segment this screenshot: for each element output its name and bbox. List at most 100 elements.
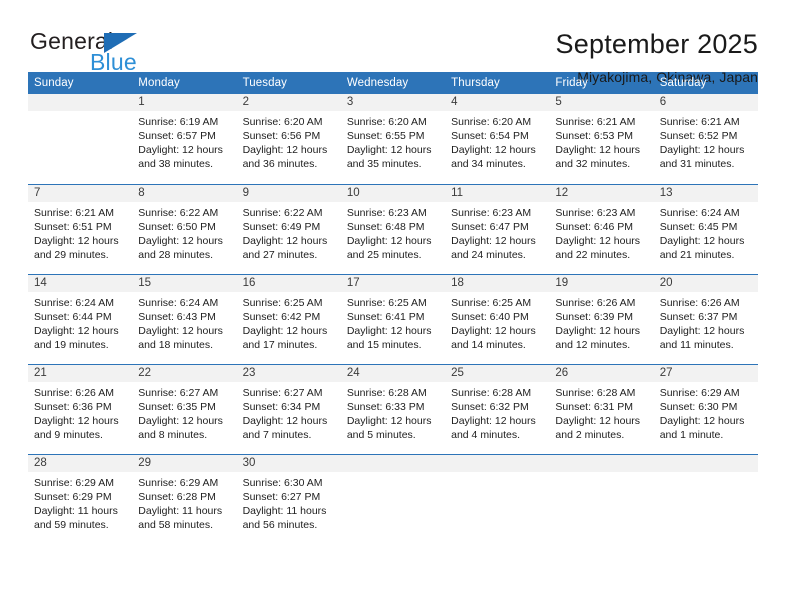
calendar-week-row: 7 Sunrise: 6:21 AM Sunset: 6:51 PM Daylight… <box>28 183 758 274</box>
calendar-day-cell[interactable]: 25 Sunrise: 6:28 AM Sunset: 6:32 PM Dayligh… <box>445 363 550 454</box>
calendar-day-cell[interactable]: 27 Sunrise: 6:29 AM Sunset: 6:30 PM Dayligh… <box>653 363 758 454</box>
calendar-cell-inner: 8 Sunrise: 6:22 AM Sunset: 6:50 PM Daylight… <box>132 184 237 274</box>
calendar-day-cell[interactable]: 15 Sunrise: 6:24 AM Sunset: 6:43 PM Dayligh… <box>132 273 237 364</box>
calendar-cell-inner: 10 Sunrise: 6:23 AM Sunset: 6:48 PM Dayligh… <box>340 184 446 274</box>
sunrise-text: Sunrise: 6:28 AM <box>451 386 532 399</box>
sunset-text: Sunset: 6:32 PM <box>451 400 529 413</box>
sunrise-text: Sunrise: 6:22 AM <box>242 206 323 219</box>
sunset-text: Sunset: 6:56 PM <box>242 130 321 142</box>
sunset-text: Sunset: 6:57 PM <box>138 130 216 142</box>
calendar-day-cell[interactable]: 7 Sunrise: 6:21 AM Sunset: 6:51 PM Daylight… <box>28 183 133 274</box>
calendar-day-cell[interactable]: 28 Sunrise: 6:29 AM Sunset: 6:29 PM Dayligh… <box>28 453 133 544</box>
day-number: 20 <box>653 274 758 292</box>
day-number: 18 <box>445 274 550 292</box>
daylight-text: Daylight: 12 hours and 18 minutes. <box>138 324 223 351</box>
calendar-day-cell[interactable]: 17 Sunrise: 6:25 AM Sunset: 6:41 PM Dayligh… <box>340 273 446 364</box>
calendar-day-cell[interactable]: 16 Sunrise: 6:25 AM Sunset: 6:42 PM Dayligh… <box>236 273 341 364</box>
daylight-text: Daylight: 11 hours and 56 minutes. <box>242 504 327 531</box>
calendar-day-cell[interactable]: 3 Sunrise: 6:20 AM Sunset: 6:55 PM Daylight… <box>340 94 446 184</box>
sunset-text: Sunset: 6:52 PM <box>659 130 738 142</box>
calendar-day-cell[interactable]: 4 Sunrise: 6:20 AM Sunset: 6:54 PM Daylight… <box>445 94 550 184</box>
day-number: 2 <box>236 94 341 111</box>
daylight-text: Daylight: 12 hours and 36 minutes. <box>242 144 328 170</box>
sunset-text: Sunset: 6:33 PM <box>346 400 425 413</box>
calendar-cell-inner: 6 Sunrise: 6:21 AM Sunset: 6:52 PM Daylight… <box>653 94 758 184</box>
sunrise-text: Sunrise: 6:24 AM <box>659 206 740 219</box>
calendar-day-cell[interactable]: 29 Sunrise: 6:29 AM Sunset: 6:28 PM Dayligh… <box>132 453 237 544</box>
daylight-text: Daylight: 12 hours and 31 minutes. <box>659 144 745 170</box>
calendar-cell-inner: 30 Sunrise: 6:30 AM Sunset: 6:27 PM Dayligh… <box>236 454 341 545</box>
calendar-day-cell[interactable]: 22 Sunrise: 6:27 AM Sunset: 6:35 PM Dayligh… <box>132 363 237 454</box>
calendar-cell-inner: 22 Sunrise: 6:27 AM Sunset: 6:35 PM Dayligh… <box>132 364 237 454</box>
sunset-text: Sunset: 6:27 PM <box>242 490 321 503</box>
daylight-text: Daylight: 12 hours and 29 minutes. <box>34 234 119 261</box>
calendar-day-cell[interactable]: 10 Sunrise: 6:23 AM Sunset: 6:48 PM Dayligh… <box>340 183 446 274</box>
day-details: Sunrise: 6:23 AM Sunset: 6:46 PM Daylight:… <box>549 202 653 262</box>
calendar-cell-inner: 27 Sunrise: 6:29 AM Sunset: 6:30 PM Dayligh… <box>653 364 758 454</box>
sunset-text: Sunset: 6:47 PM <box>451 220 529 233</box>
day-number: 24 <box>340 364 446 382</box>
sunrise-text: Sunrise: 6:29 AM <box>138 476 219 489</box>
daylight-text: Daylight: 12 hours and 21 minutes. <box>659 234 745 261</box>
day-number: 19 <box>549 274 654 292</box>
sunrise-text: Sunrise: 6:26 AM <box>555 296 636 309</box>
sunset-text: Sunset: 6:51 PM <box>34 220 112 233</box>
weekday-header-wednesday: Wednesday <box>340 72 446 94</box>
day-number: 13 <box>653 184 758 202</box>
daylight-text: Daylight: 12 hours and 15 minutes. <box>346 324 432 351</box>
calendar-cell-empty <box>445 453 550 544</box>
daylight-text: Daylight: 12 hours and 22 minutes. <box>555 234 641 261</box>
sunrise-text: Sunrise: 6:22 AM <box>138 206 219 219</box>
sunrise-text: Sunrise: 6:23 AM <box>451 206 532 219</box>
day-details: Sunrise: 6:25 AM Sunset: 6:42 PM Daylight:… <box>237 292 341 352</box>
calendar-day-cell[interactable]: 6 Sunrise: 6:21 AM Sunset: 6:52 PM Daylight… <box>653 94 758 184</box>
calendar-day-cell[interactable]: 18 Sunrise: 6:25 AM Sunset: 6:40 PM Dayligh… <box>445 273 550 364</box>
sunrise-text: Sunrise: 6:26 AM <box>659 296 740 309</box>
calendar-day-cell[interactable]: 30 Sunrise: 6:30 AM Sunset: 6:27 PM Dayligh… <box>236 453 341 545</box>
calendar-cell-empty <box>28 94 133 184</box>
sunrise-text: Sunrise: 6:20 AM <box>242 116 323 128</box>
calendar-cell-inner <box>653 454 758 545</box>
daylight-text: Daylight: 11 hours and 58 minutes. <box>138 504 223 531</box>
sunrise-text: Sunrise: 6:25 AM <box>242 296 323 309</box>
daylight-text: Daylight: 12 hours and 1 minute. <box>659 414 745 441</box>
calendar-day-cell[interactable]: 13 Sunrise: 6:24 AM Sunset: 6:45 PM Dayligh… <box>653 183 758 274</box>
sunrise-text: Sunrise: 6:30 AM <box>242 476 323 489</box>
calendar-cell-inner: 3 Sunrise: 6:20 AM Sunset: 6:55 PM Daylight… <box>340 94 446 184</box>
day-number: 27 <box>653 364 758 382</box>
calendar-day-cell[interactable]: 26 Sunrise: 6:28 AM Sunset: 6:31 PM Dayligh… <box>549 363 654 454</box>
weekday-header-tuesday: Tuesday <box>236 72 341 94</box>
calendar-day-cell[interactable]: 5 Sunrise: 6:21 AM Sunset: 6:53 PM Daylight… <box>549 94 654 184</box>
daylight-text: Daylight: 12 hours and 14 minutes. <box>451 324 536 351</box>
general-blue-logo[interactable]: General Blue <box>28 30 208 86</box>
calendar-day-cell[interactable]: 21 Sunrise: 6:26 AM Sunset: 6:36 PM Dayligh… <box>28 363 133 454</box>
sunset-text: Sunset: 6:43 PM <box>138 310 216 323</box>
calendar-day-cell[interactable]: 1 Sunrise: 6:19 AM Sunset: 6:57 PM Daylight… <box>132 94 237 184</box>
calendar-cell-inner: 24 Sunrise: 6:28 AM Sunset: 6:33 PM Dayligh… <box>340 364 446 454</box>
day-details: Sunrise: 6:29 AM Sunset: 6:28 PM Daylight:… <box>132 472 236 532</box>
sunrise-text: Sunrise: 6:21 AM <box>34 206 114 219</box>
calendar-day-cell[interactable]: 12 Sunrise: 6:23 AM Sunset: 6:46 PM Dayligh… <box>549 183 654 274</box>
day-details: Sunrise: 6:28 AM Sunset: 6:32 PM Daylight:… <box>445 382 549 442</box>
calendar-day-cell[interactable]: 24 Sunrise: 6:28 AM Sunset: 6:33 PM Dayligh… <box>340 363 446 454</box>
page-header: General Blue September 2025 Miyakojima, … <box>0 0 792 84</box>
calendar-day-cell[interactable]: 2 Sunrise: 6:20 AM Sunset: 6:56 PM Daylight… <box>236 94 341 184</box>
sunrise-text: Sunrise: 6:29 AM <box>659 386 740 399</box>
day-number: 9 <box>236 184 341 202</box>
day-number: 1 <box>132 94 237 111</box>
sunset-text: Sunset: 6:46 PM <box>555 220 634 233</box>
daylight-text: Daylight: 12 hours and 19 minutes. <box>34 324 119 351</box>
day-number <box>653 454 758 472</box>
calendar-day-cell[interactable]: 9 Sunrise: 6:22 AM Sunset: 6:49 PM Daylight… <box>236 183 341 274</box>
logo-word-blue: Blue <box>90 49 137 75</box>
day-details: Sunrise: 6:28 AM Sunset: 6:33 PM Daylight:… <box>341 382 445 442</box>
calendar-day-cell[interactable]: 8 Sunrise: 6:22 AM Sunset: 6:50 PM Daylight… <box>132 183 237 274</box>
calendar-day-cell[interactable]: 19 Sunrise: 6:26 AM Sunset: 6:39 PM Dayligh… <box>549 273 654 364</box>
calendar-day-cell[interactable]: 23 Sunrise: 6:27 AM Sunset: 6:34 PM Dayligh… <box>236 363 341 454</box>
calendar-cell-inner: 1 Sunrise: 6:19 AM Sunset: 6:57 PM Daylight… <box>132 94 237 184</box>
calendar-day-cell[interactable]: 14 Sunrise: 6:24 AM Sunset: 6:44 PM Dayligh… <box>28 273 133 364</box>
day-details: Sunrise: 6:28 AM Sunset: 6:31 PM Daylight:… <box>549 382 653 442</box>
daylight-text: Daylight: 12 hours and 12 minutes. <box>555 324 641 351</box>
calendar-day-cell[interactable]: 11 Sunrise: 6:23 AM Sunset: 6:47 PM Dayligh… <box>445 183 550 274</box>
calendar-day-cell[interactable]: 20 Sunrise: 6:26 AM Sunset: 6:37 PM Dayligh… <box>653 273 758 364</box>
